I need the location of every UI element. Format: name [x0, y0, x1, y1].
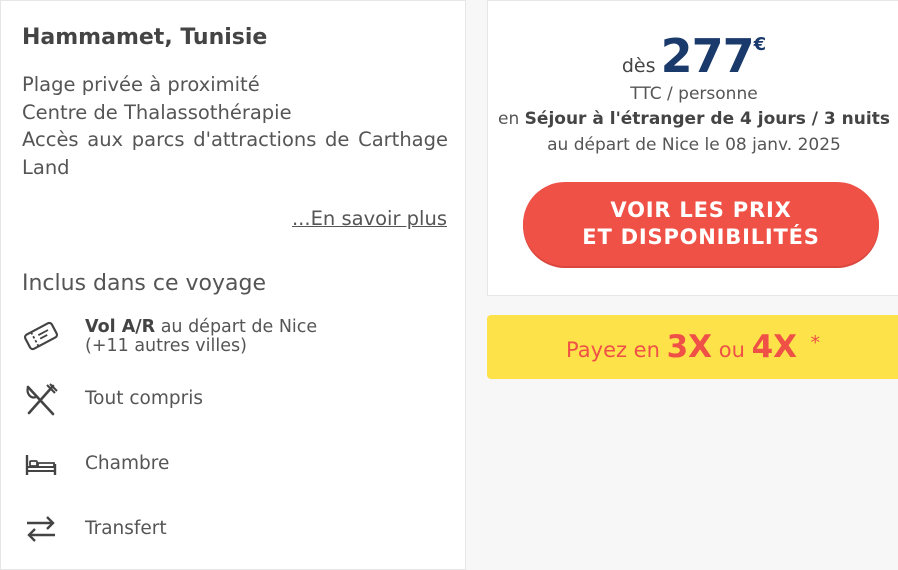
feature-item: Centre de Thalassothérapie [22, 100, 292, 124]
hotel-name: Hammamet, Tunisie [22, 25, 268, 50]
installment-text: Payez en 3X ou 4X * [487, 329, 898, 365]
departure-info: au départ de Nice le 08 janv. 2025 [547, 135, 841, 155]
flight-info: Vol A/R au départ de Nice (+11 autres vi… [85, 318, 317, 356]
cutlery-icon [23, 382, 59, 418]
installment-asterisk: * [810, 332, 820, 354]
view-prices-button[interactable]: VOIR LES PRIX ET DISPONIBILITÉS [523, 182, 879, 266]
installment-option-3x: 3X [666, 329, 713, 365]
flight-extra-cities: (+11 autres villes) [85, 336, 247, 356]
included-room: Chambre [1, 443, 461, 487]
transfer-label: Transfert [85, 518, 167, 539]
cta-line1: VOIR LES PRIX [610, 198, 792, 222]
flight-label: Vol A/R [85, 317, 156, 337]
price-display: dès 277€ [488, 29, 898, 83]
cta-line2: ET DISPONIBILITÉS [582, 225, 820, 249]
included-flight: Vol A/R au départ de Nice (+11 autres vi… [1, 314, 461, 358]
learn-more-link[interactable]: ...En savoir plus [292, 207, 447, 230]
price-amount: 277 [660, 29, 755, 83]
stay-type: Séjour à l'étranger de 4 jours / 3 nuits [524, 109, 890, 129]
hotel-details-card: Hammamet, Tunisie Plage privée à proximi… [0, 0, 466, 570]
bed-icon [23, 446, 59, 482]
stay-description: en Séjour à l'étranger de 4 jours / 3 nu… [488, 109, 898, 129]
included-transfer: Transfert [1, 508, 461, 552]
installment-prefix: Payez en [566, 338, 667, 362]
room-label: Chambre [85, 453, 170, 474]
hotel-features: Plage privée à proximité Centre de Thala… [22, 71, 448, 181]
feature-item: Accès aux parcs d'attractions de Carthag… [22, 128, 448, 179]
per-person-label: TTC / personne [630, 84, 758, 104]
transfer-arrows-icon [23, 511, 59, 547]
included-all-inclusive: Tout compris [1, 379, 461, 423]
stay-prefix: en [498, 109, 525, 129]
price-card: dès 277€ TTC / personne en Séjour à l'ét… [487, 0, 898, 296]
price-currency: € [753, 34, 767, 55]
installment-banner[interactable]: Payez en 3X ou 4X * [487, 315, 898, 379]
feature-item: Plage privée à proximité [22, 73, 260, 96]
from-label: dès [621, 55, 656, 77]
included-title: Inclus dans ce voyage [22, 271, 266, 296]
ticket-icon [23, 318, 59, 354]
installment-middle: ou [712, 338, 752, 362]
flight-departure: au départ de Nice [155, 317, 318, 337]
installment-option-4x: 4X [751, 329, 798, 365]
all-inclusive-label: Tout compris [85, 388, 203, 409]
